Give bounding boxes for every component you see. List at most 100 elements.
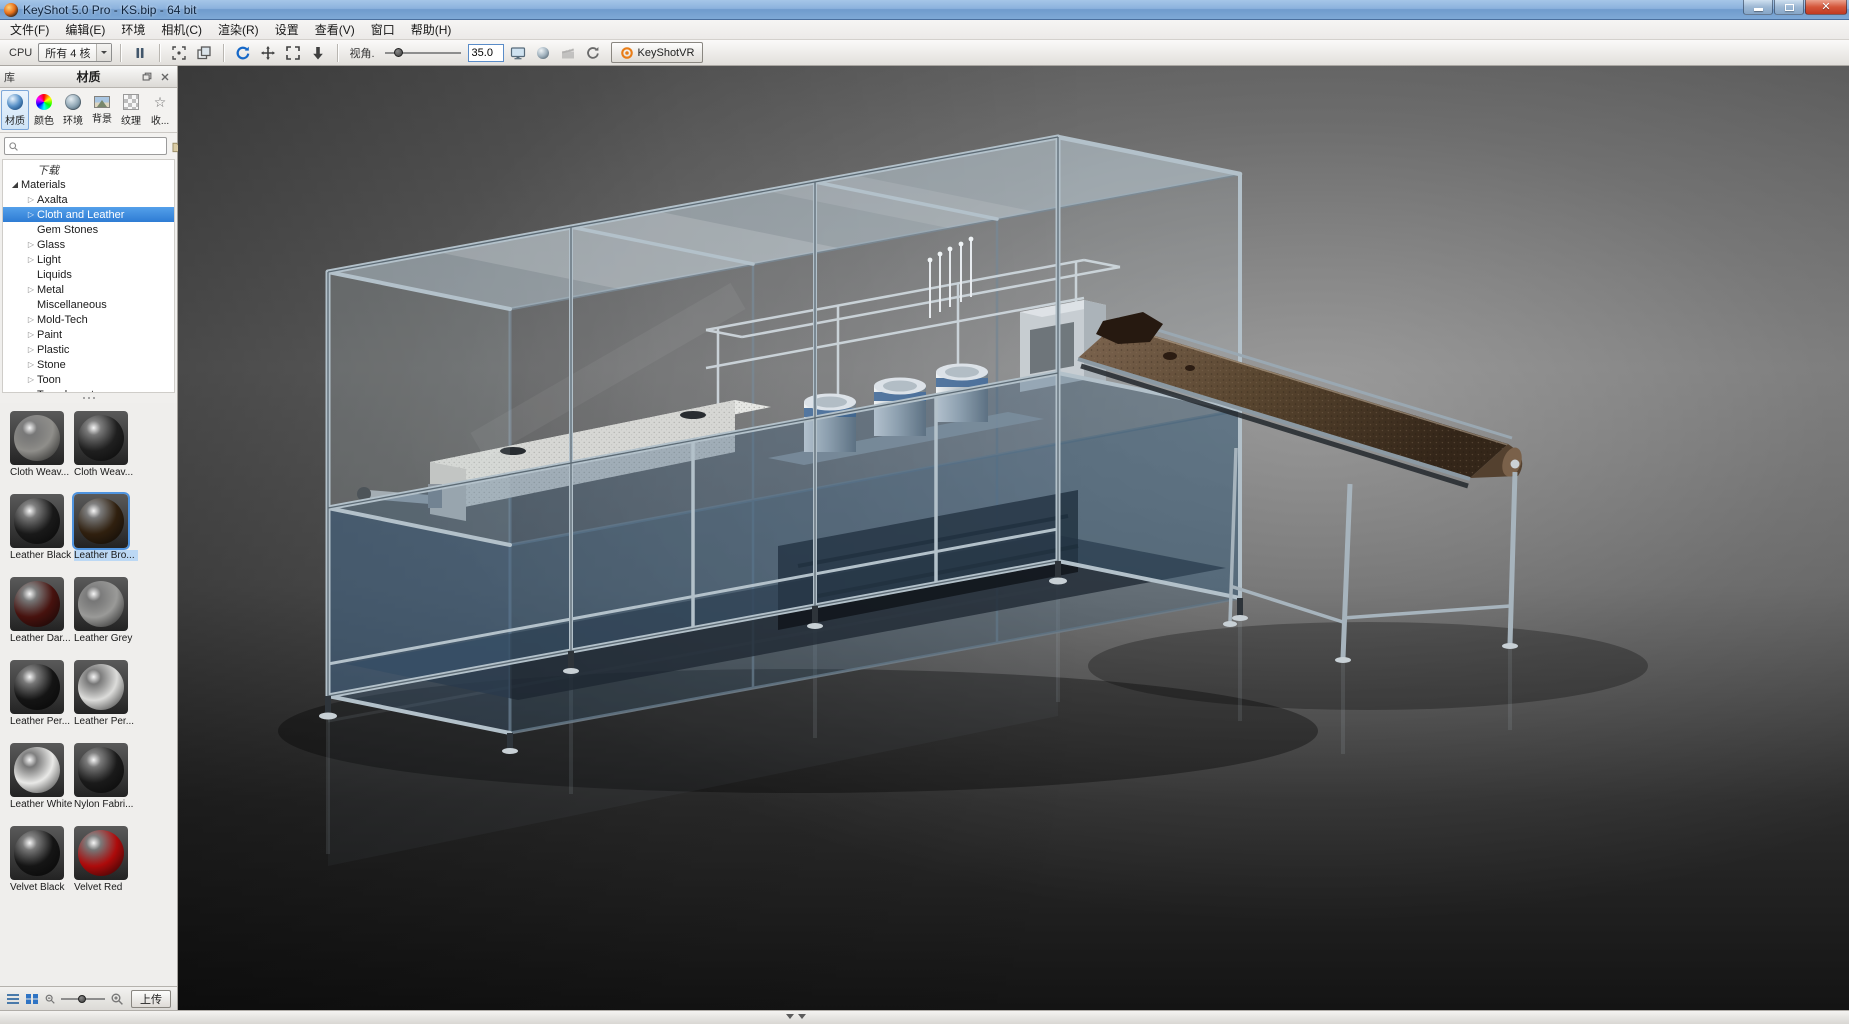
menu-item-5[interactable]: 设置 [267,19,307,40]
minimize-button[interactable] [1743,0,1773,15]
menu-item-7[interactable]: 窗口 [363,19,403,40]
zoom-in-button[interactable] [110,992,124,1006]
keyshotvr-label: KeyShotVR [637,46,695,59]
tree-item-materials-root[interactable]: Materials [3,177,174,192]
tree-item[interactable]: Light [3,252,174,267]
menu-item-4[interactable]: 渲染(R) [210,19,267,40]
screenshot-button[interactable] [193,42,215,64]
render-viewport[interactable] [178,66,1849,1010]
tab-label: 背景 [92,114,112,125]
fov-slider[interactable] [384,45,461,61]
material-item[interactable]: Leather Per... [10,660,70,727]
menu-item-8[interactable]: 帮助(H) [403,19,460,40]
expand-icon[interactable] [25,372,37,387]
material-item[interactable]: Leather Bro... [74,494,138,561]
material-item[interactable]: Cloth Weav... [10,411,69,478]
tree-item-downloads[interactable]: 下载 [3,162,174,177]
tree-item[interactable]: Toon [3,372,174,387]
cpu-cores-dropdown[interactable]: 所有 4 核 [38,43,113,62]
expand-icon[interactable] [25,357,37,372]
material-item[interactable]: Leather Dar... [10,577,71,644]
tree-item[interactable]: Mold-Tech [3,312,174,327]
expand-icon[interactable] [25,342,37,357]
tree-label: Materials [21,178,66,191]
render-mode-button[interactable] [532,42,554,64]
menu-item-2[interactable]: 环境 [113,19,153,40]
tree-item[interactable]: Cloth and Leather [3,207,174,222]
reset-camera-button[interactable] [232,42,254,64]
fov-slider-knob[interactable] [393,47,403,57]
tree-item[interactable]: Liquids [3,267,174,282]
expand-icon[interactable] [25,192,37,207]
material-item[interactable]: Cloth Weav... [74,411,133,478]
material-thumbnail [10,660,64,714]
material-item[interactable]: Leather Black [10,494,71,561]
pan-camera-button[interactable] [257,42,279,64]
render-sphere-icon [536,46,549,59]
undock-panel-button[interactable] [139,69,155,84]
window-title: KeyShot 5.0 Pro - KS.bip - 64 bit [23,2,197,17]
menu-item-1[interactable]: 编辑(E) [57,19,113,40]
tree-item[interactable]: Gem Stones [3,222,174,237]
reset-camera-icon [237,46,250,59]
tree-label: Gem Stones [37,223,99,236]
tree-item[interactable]: Axalta [3,192,174,207]
dolly-down-button[interactable] [307,42,329,64]
tree-item[interactable]: Paint [3,327,174,342]
animation-button[interactable] [557,42,579,64]
expand-icon[interactable] [25,207,37,222]
tree-item[interactable]: Glass [3,237,174,252]
timeline-toggle-handle[interactable] [786,1014,806,1019]
search-input[interactable] [21,140,163,152]
toolbar-separator [337,43,339,62]
tree-item[interactable]: Stone [3,357,174,372]
tab-environment-globe[interactable]: 环境 [59,90,87,130]
expand-icon[interactable] [25,237,37,252]
material-label: Leather Grey [74,633,133,644]
expand-icon[interactable] [25,327,37,342]
search-box[interactable] [4,137,167,155]
tab-color-wheel[interactable]: 颜色 [30,90,58,130]
display-settings-button[interactable] [507,42,529,64]
grid-view-button[interactable] [25,993,39,1005]
pause-render-button[interactable] [129,42,151,64]
material-item[interactable]: Leather White [10,743,72,810]
tab-favorites-star[interactable]: 收... [146,90,174,130]
material-item[interactable]: Leather Grey [74,577,132,644]
material-item[interactable]: Nylon Fabri... [74,743,133,810]
tab-material-sphere[interactable]: 材质 [1,90,29,130]
refresh-button[interactable] [582,42,604,64]
fov-input[interactable] [467,43,504,62]
zoom-out-button[interactable] [44,993,56,1005]
tree-item[interactable]: Metal [3,282,174,297]
fullscreen-button[interactable] [282,42,304,64]
material-sphere-icon [7,94,23,110]
upload-button[interactable]: 上传 [131,989,171,1008]
maximize-button[interactable] [1774,0,1804,15]
menu-item-0[interactable]: 文件(F) [2,19,57,40]
tree-item[interactable]: Miscellaneous [3,297,174,312]
thumbnail-zoom-slider[interactable] [61,993,105,1005]
expand-icon[interactable] [25,282,37,297]
keyshotvr-button[interactable]: KeyShotVR [610,42,704,63]
tree-item[interactable]: Plastic [3,342,174,357]
close-button[interactable]: ✕ [1805,0,1847,15]
render-region-button[interactable] [168,42,190,64]
status-bar [0,1010,1849,1024]
panel-splitter[interactable] [0,393,177,403]
menu-item-6[interactable]: 查看(V) [307,19,363,40]
menu-item-3[interactable]: 相机(C) [153,19,210,40]
tab-texture-checker[interactable]: 纹理 [117,90,145,130]
close-panel-button[interactable] [157,69,173,84]
cpu-label: CPU [9,46,33,59]
material-item[interactable]: Velvet Red [74,826,132,893]
material-item[interactable]: Velvet Black [10,826,68,893]
expand-icon[interactable] [25,312,37,327]
expand-icon[interactable] [9,177,21,192]
list-view-button[interactable] [6,993,20,1005]
tab-backplate-image[interactable]: 背景 [88,90,116,130]
thumbnail-zoom-knob[interactable] [77,994,86,1003]
material-label: Leather Dar... [10,633,71,644]
material-item[interactable]: Leather Per... [74,660,134,727]
expand-icon[interactable] [25,252,37,267]
